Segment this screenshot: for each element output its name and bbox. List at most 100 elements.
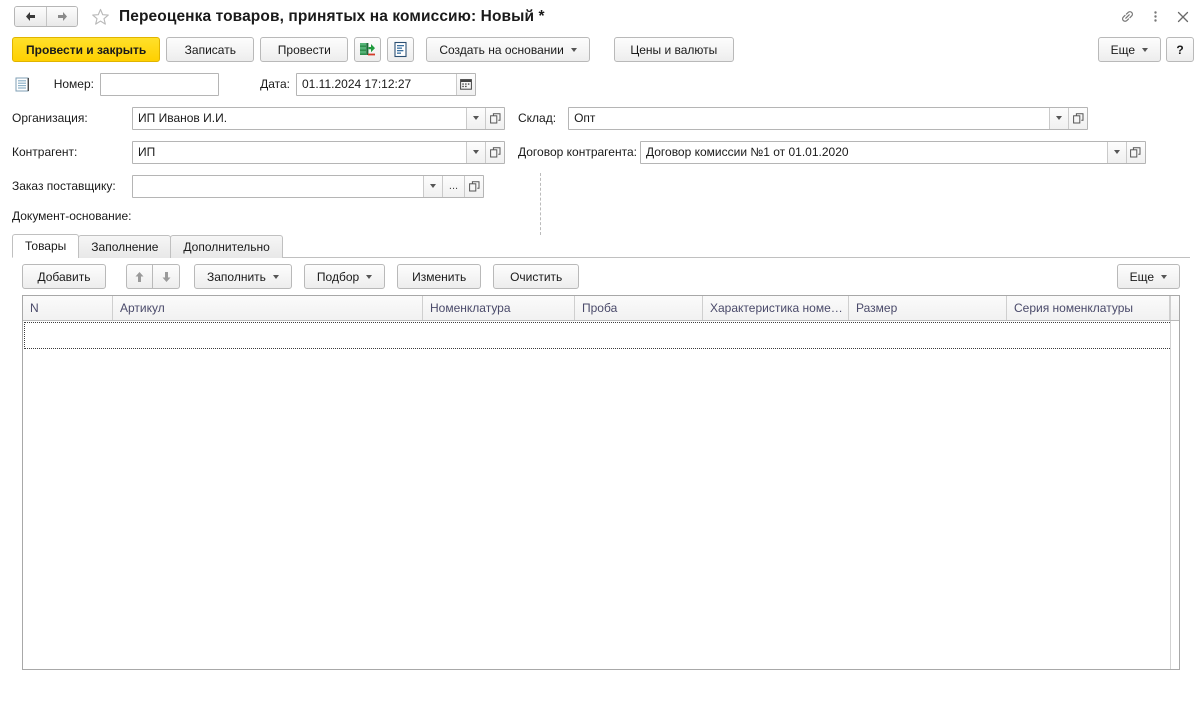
open-external-icon — [489, 112, 500, 123]
supplier-order-dropdown-button[interactable] — [423, 175, 442, 197]
chevron-down-icon — [366, 274, 373, 279]
favorite-star-icon[interactable] — [90, 7, 110, 27]
page-title: Переоценка товаров, принятых на комиссию… — [119, 7, 545, 25]
clear-button[interactable]: Очистить — [493, 264, 580, 289]
column-header-series[interactable]: Серия номенклатуры — [1007, 296, 1170, 320]
warehouse-open-button[interactable] — [1068, 107, 1088, 129]
arrow-right-icon — [57, 12, 67, 21]
move-row-up-button[interactable] — [126, 264, 153, 289]
more-menu-button[interactable] — [1142, 4, 1168, 30]
tab-additional[interactable]: Дополнительно — [170, 235, 283, 258]
column-header-article[interactable]: Артикул — [113, 296, 423, 320]
chevron-down-icon — [1056, 116, 1063, 120]
fill-button[interactable]: Заполнить — [194, 264, 292, 289]
counterparty-dropdown-button[interactable] — [466, 141, 485, 163]
supplier-order-ellipsis-button[interactable]: ... — [442, 175, 464, 197]
open-external-icon — [1072, 112, 1084, 123]
open-external-icon — [1130, 146, 1141, 157]
number-input[interactable] — [101, 74, 218, 95]
chevron-down-icon — [1161, 274, 1167, 279]
report-document-icon — [394, 41, 407, 58]
chevron-down-icon — [473, 150, 479, 154]
contract-input[interactable]: Договор комиссии №1 от 01.01.2020 — [641, 142, 1107, 163]
table-vertical-scrollbar[interactable] — [1170, 321, 1179, 669]
column-header-size[interactable]: Размер — [849, 296, 1007, 320]
form-row-counterparty-contract: Контрагент: ИП Договор контрагента: Дого… — [0, 139, 1202, 165]
chevron-down-icon — [1113, 150, 1120, 154]
goods-table[interactable]: N Артикул Номенклатура Проба Характерист… — [22, 295, 1180, 670]
more-button[interactable]: Еще — [1097, 37, 1161, 62]
open-external-icon — [468, 180, 479, 191]
supplier-order-input[interactable] — [133, 176, 423, 197]
command-bar-right: Еще ? — [1097, 33, 1194, 66]
column-header-n[interactable]: N — [23, 296, 113, 320]
move-row-down-button[interactable] — [153, 264, 180, 289]
column-header-proba[interactable]: Проба — [575, 296, 703, 320]
organization-dropdown-button[interactable] — [466, 107, 485, 129]
column-header-characteristic[interactable]: Характеристика номе… — [703, 296, 849, 320]
post-and-close-button[interactable]: Провести и закрыть — [12, 37, 161, 62]
supplier-order-open-button[interactable] — [464, 175, 483, 197]
date-input[interactable]: 01.11.2024 17:12:27 — [297, 74, 456, 95]
counterparty-open-button[interactable] — [485, 141, 504, 163]
table-toolbar: Добавить Заполнить Подбор Изменить Очист… — [0, 258, 1202, 295]
link-button[interactable] — [1114, 4, 1140, 30]
warehouse-field[interactable]: Опт — [568, 106, 1089, 130]
arrow-down-icon — [162, 271, 170, 282]
select-button[interactable]: Подбор — [303, 264, 386, 289]
change-button[interactable]: Изменить — [397, 264, 482, 289]
supplier-order-label: Заказ поставщику: — [12, 179, 116, 193]
contract-field[interactable]: Договор комиссии №1 от 01.01.2020 — [639, 140, 1146, 164]
write-button[interactable]: Записать — [166, 37, 255, 62]
close-icon — [1177, 11, 1189, 22]
date-field[interactable]: 01.11.2024 17:12:27 — [296, 72, 476, 96]
supplier-order-field[interactable]: ... — [132, 174, 484, 198]
add-row-button[interactable]: Добавить — [22, 264, 106, 289]
more-label: Еще — [1110, 42, 1135, 57]
table-more-button[interactable]: Еще — [1116, 264, 1180, 289]
table-more-container: Еще — [1116, 264, 1180, 289]
warehouse-dropdown-button[interactable] — [1049, 107, 1069, 129]
form-row-organization-warehouse: Организация: ИП Иванов И.И. Склад: Опт — [0, 105, 1202, 131]
counterparty-input[interactable]: ИП — [133, 142, 466, 163]
report-button[interactable] — [387, 37, 415, 62]
excel-export-icon — [360, 43, 376, 56]
table-body[interactable] — [23, 321, 1179, 669]
create-based-on-label: Создать на основании — [439, 42, 564, 57]
title-bar: Переоценка товаров, принятых на комиссию… — [0, 0, 1202, 33]
help-button[interactable]: ? — [1166, 37, 1194, 62]
prices-and-currencies-button[interactable]: Цены и валюты — [613, 37, 734, 62]
contract-open-button[interactable] — [1125, 141, 1145, 163]
calendar-button[interactable] — [456, 73, 475, 95]
organization-open-button[interactable] — [485, 107, 504, 129]
fill-label: Заполнить — [207, 269, 266, 284]
column-header-nomenclature[interactable]: Номенклатура — [423, 296, 575, 320]
back-button[interactable] — [15, 7, 46, 26]
forward-button[interactable] — [46, 7, 77, 26]
close-button[interactable] — [1170, 4, 1196, 30]
chevron-down-icon — [1142, 47, 1148, 52]
tab-filling[interactable]: Заполнение — [78, 235, 172, 258]
contract-dropdown-button[interactable] — [1106, 141, 1126, 163]
table-header-row: N Артикул Номенклатура Проба Характерист… — [23, 296, 1179, 321]
select-label: Подбор — [316, 269, 360, 284]
arrow-up-icon — [135, 271, 144, 282]
table-scrollbar-header-spacer — [1170, 296, 1179, 320]
post-button[interactable]: Провести — [260, 37, 349, 62]
organization-field[interactable]: ИП Иванов И.И. — [132, 106, 505, 130]
organization-input[interactable]: ИП Иванов И.И. — [133, 108, 466, 129]
date-label: Дата: — [260, 77, 290, 91]
chevron-down-icon — [473, 116, 479, 120]
warehouse-input[interactable]: Опт — [569, 108, 1049, 129]
more-vertical-icon — [1153, 11, 1157, 22]
number-field[interactable] — [100, 72, 219, 96]
tab-goods[interactable]: Товары — [12, 234, 80, 258]
move-row-buttons — [126, 264, 180, 289]
organization-label: Организация: — [12, 111, 88, 125]
counterparty-field[interactable]: ИП — [132, 140, 505, 164]
create-based-on-button[interactable]: Создать на основании — [426, 37, 590, 62]
excel-export-button[interactable] — [354, 37, 382, 62]
link-icon — [1121, 11, 1133, 22]
document-form: Номер: Дата: 01.11.2024 17:12:27 Организ — [0, 66, 1202, 235]
table-row[interactable] — [24, 322, 1178, 349]
